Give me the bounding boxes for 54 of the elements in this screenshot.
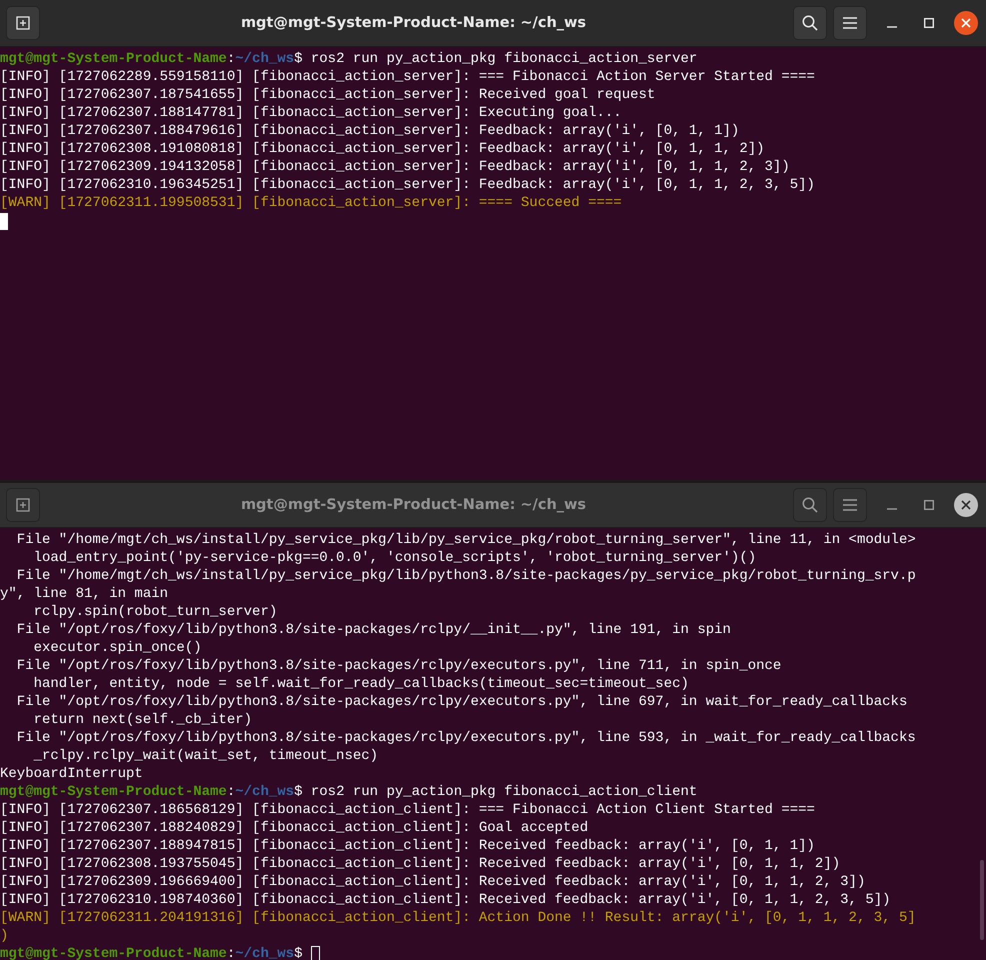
log-line: KeyboardInterrupt [0,765,143,783]
search-button[interactable] [793,488,827,522]
minimize-icon [887,26,897,28]
log-line: [INFO] [1727062307.188147781] [fibonacci_action_server]: Executing goal... [0,104,622,122]
close-button[interactable] [954,11,978,35]
log-line: File "/opt/ros/foxy/lib/python3.8/site-packages/rclpy/executors.py", line 697, in wait_for_ready_callbacks [16,693,908,711]
minimize-icon [887,508,897,510]
search-button[interactable] [793,6,827,40]
close-icon [961,18,971,28]
log-line: handler, entity, node = self.wait_for_ready_callbacks(timeout_sec=timeout_sec) [32,675,689,693]
warning-line: [WARN] [1727062311.204191316] [fibonacci_action_client]: Action Done !! Result: array('i', [0, 1, 1, 2, 3, 5] [0,909,916,927]
log-line: [INFO] [1727062309.194132058] [fibonacci_action_server]: Feedback: array('i', [0, 1, 1, 2, 3]) [0,158,790,176]
log-line: rclpy.spin(robot_turn_server) [32,603,278,621]
close-icon [961,500,971,510]
log-line: File "/home/mgt/ch_ws/install/py_service_pkg/lib/py_service_pkg/robot_turning_server", line 11, in <module> [16,531,916,549]
log-line: [INFO] [1727062310.196345251] [fibonacci_action_server]: Feedback: array('i', [0, 1, 1, 2, 3, 5]) [0,176,815,194]
search-icon [801,496,819,514]
menu-icon [843,499,857,511]
warning-line: ) [0,927,8,945]
new-tab-button[interactable] [6,6,40,40]
log-line: executor.spin_once() [32,639,202,657]
log-line: [INFO] [1727062307.188240829] [fibonacci_action_client]: Goal accepted [0,819,588,837]
menu-button[interactable] [833,6,867,40]
log-line: return next(self._cb_iter) [32,711,252,729]
log-line: [INFO] [1727062307.188947815] [fibonacci_action_client]: Received feedback: array('i', [0, 1, 1]) [0,837,815,855]
log-line: [INFO] [1727062307.186568129] [fibonacci_action_client]: === Fibonacci Action Client Started ==== [0,801,815,819]
log-line: _rclpy.rclpy_wait(wait_set, timeout_nsec) [32,747,378,765]
close-button[interactable] [954,493,978,517]
maximize-icon [924,18,934,28]
log-line: File "/opt/ros/foxy/lib/python3.8/site-packages/rclpy/__init__.py", line 191, in spin [16,621,731,639]
log-line: [INFO] [1727062309.196669400] [fibonacci_action_client]: Received feedback: array('i', [0, 1, 1, 2, 3]) [0,873,866,891]
window-title: mgt@mgt-System-Product-Name: ~/ch_ws [240,15,588,31]
log-line: File "/opt/ros/foxy/lib/python3.8/site-packages/rclpy/executors.py", line 711, in spin_once [16,657,782,675]
window-title: mgt@mgt-System-Product-Name: ~/ch_ws [240,497,588,513]
log-line: [INFO] [1727062307.187541655] [fibonacci_action_server]: Received goal request [0,86,656,104]
log-line: [INFO] [1727062307.188479616] [fibonacci_action_server]: Feedback: array('i', [0, 1, 1]) [0,122,740,140]
maximize-icon [924,500,934,510]
search-icon [801,14,819,32]
prompt-line: mgt@mgt-System-Product-Name:~/ch_ws$ ros2 run py_action_pkg fibonacci_action_server [0,50,698,68]
menu-icon [843,17,857,29]
log-line: File "/home/mgt/ch_ws/install/py_service_pkg/lib/python3.8/site-packages/py_service_pkg/robot_turning_srv.p [16,567,916,585]
log-line: y", line 81, in main [0,585,168,603]
log-line: [INFO] [1727062308.191080818] [fibonacci_action_server]: Feedback: array('i', [0, 1, 1, 2]) [0,140,765,158]
prompt-line: mgt@mgt-System-Product-Name:~/ch_ws$ [0,945,304,960]
prompt-line: mgt@mgt-System-Product-Name:~/ch_ws$ ros2 run py_action_pkg fibonacci_action_client [0,783,698,801]
log-line: [INFO] [1727062308.193755045] [fibonacci_action_client]: Received feedback: array('i', [0, 1, 1, 2]) [0,855,840,873]
new-tab-button[interactable] [6,488,40,522]
log-line: load_entry_point('py-service-pkg==0.0.0', 'console_scripts', 'robot_turning_server')() [32,549,756,567]
log-line: File "/opt/ros/foxy/lib/python3.8/site-packages/rclpy/executors.py", line 593, in _wait_for_ready_callbacks [16,729,916,747]
log-line: [INFO] [1727062310.198740360] [fibonacci_action_client]: Received feedback: array('i', [0, 1, 1, 2, 3, 5]) [0,891,891,909]
warning-line: [WARN] [1727062311.199508531] [fibonacci_action_server]: ==== Succeed ==== [0,194,622,212]
menu-button[interactable] [833,488,867,522]
log-line: [INFO] [1727062289.559158110] [fibonacci_action_server]: === Fibonacci Action Server Started ==== [0,68,815,86]
scrollbar-thumb[interactable] [980,860,984,940]
